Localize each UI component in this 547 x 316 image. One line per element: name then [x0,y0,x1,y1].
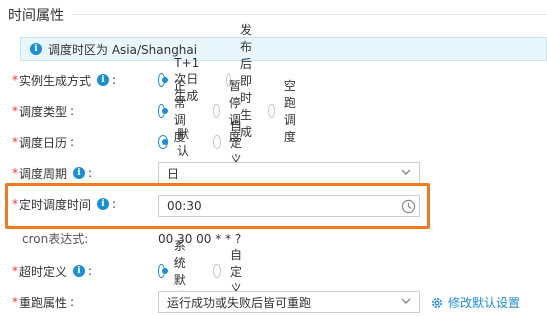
schedule-type-label-text: 调度类型 [19,104,68,119]
option-label: 自定义 [230,247,243,296]
option-label: 默认 [177,127,190,158]
timeout-label-text: 超时定义 [19,264,68,279]
calendar-label-text: 调度日历 [19,135,68,150]
period-select-value: 日 [167,166,180,181]
required-mark: * [12,73,18,87]
modify-default-settings-link[interactable]: 修改默认设置 [430,294,520,311]
label-colon: : [112,73,117,87]
radio-selected[interactable] [158,264,168,278]
section-title: 时间属性 [8,8,64,24]
required-mark: * [12,197,18,211]
rerun-label: * 重跑属性 : [12,294,74,311]
required-mark: * [12,295,18,309]
required-mark: * [12,135,18,149]
timed-label: * 定时调度时间 i : [12,196,116,213]
modify-default-settings-label: 修改默认设置 [448,296,521,310]
instance-mode-label: * 实例生成方式 i : [12,72,116,89]
label-colon: : [88,264,93,278]
label-colon: : [70,104,75,118]
radio-selected[interactable] [158,135,168,149]
period-label-text: 调度周期 [19,166,68,181]
calendar-option-custom[interactable]: 自定义 [213,117,248,168]
cron-label-text: cron表达式 [22,232,85,246]
timed-time-value: 00:30 [167,199,202,213]
help-icon[interactable]: i [97,74,110,86]
timed-label-text: 定时调度时间 [19,197,92,212]
chevron-down-icon [401,169,411,175]
gear-icon [432,297,442,308]
required-mark: * [12,166,18,180]
label-colon: : [84,232,89,246]
rerun-select-value: 运行成功或失败后皆可重跑 [167,295,312,310]
label-colon: : [88,166,93,180]
label-colon: : [112,197,117,211]
option-label: 自定义 [230,118,243,167]
required-mark: * [12,264,18,278]
calendar-label: * 调度日历 : [12,134,74,151]
timezone-info-bar: i 调度时区为 Asia/Shanghai [20,37,547,61]
calendar-radio-group: 默认 自定义 [158,117,268,168]
label-colon: : [70,295,75,309]
timed-time-input[interactable]: 00:30 [158,195,420,217]
clock-icon[interactable] [401,199,416,214]
timeout-option-custom[interactable]: 自定义 [213,246,248,297]
radio-unselected[interactable] [213,135,222,149]
radio-unselected[interactable] [213,264,222,278]
chevron-down-icon [401,298,411,304]
period-select[interactable]: 日 [158,162,420,184]
info-icon: i [30,43,42,55]
rerun-label-text: 重跑属性 [19,295,68,310]
help-icon[interactable]: i [73,265,86,277]
instance-mode-label-text: 实例生成方式 [19,73,92,88]
period-label: * 调度周期 i : [12,165,92,182]
schedule-type-label: * 调度类型 : [12,103,74,120]
cron-label: cron表达式: [22,230,88,247]
help-icon[interactable]: i [97,198,110,210]
schedule-type-option-dry-run[interactable]: 空跑调度 [268,77,303,145]
timeout-label: * 超时定义 i : [12,263,92,280]
required-mark: * [12,104,18,118]
calendar-option-default[interactable]: 默认 [158,125,193,159]
label-colon: : [70,135,75,149]
option-label: 空跑调度 [283,79,296,144]
section-divider [72,14,547,15]
help-icon[interactable]: i [73,167,86,179]
rerun-select[interactable]: 运行成功或失败后皆可重跑 [158,291,420,313]
radio-unselected[interactable] [268,104,275,118]
